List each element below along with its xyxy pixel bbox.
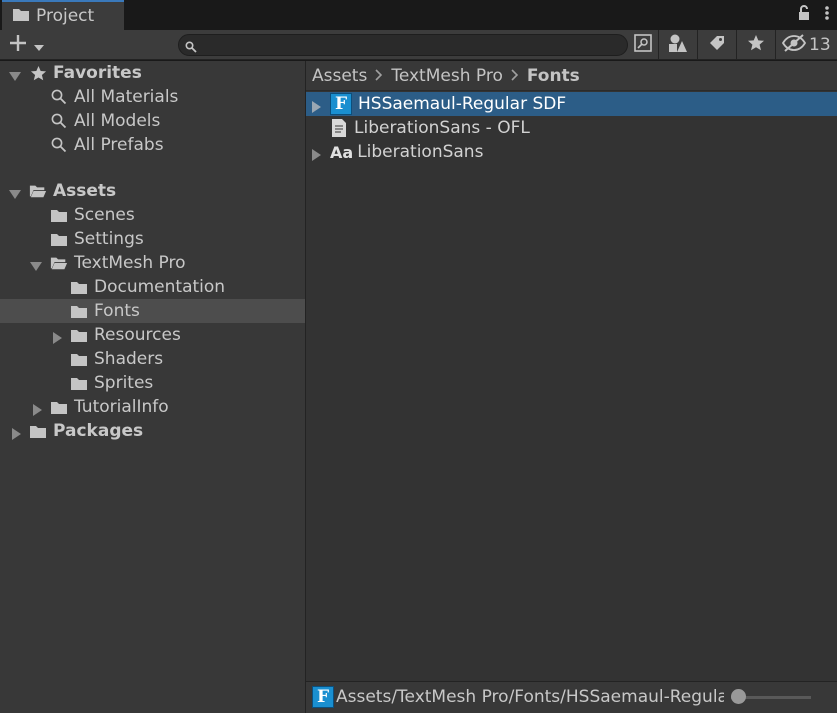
folder-icon — [70, 374, 88, 392]
font-asset-icon: F — [330, 93, 352, 115]
collapsed-arrow-icon[interactable] — [310, 98, 322, 113]
window-search-icon — [633, 33, 653, 57]
folder-label: Documentation — [94, 277, 226, 297]
folder-label: Resources — [94, 325, 181, 345]
collapsed-arrow-icon[interactable] — [10, 425, 22, 440]
asset-item[interactable]: LiberationSans - OFL — [306, 116, 837, 140]
expanded-arrow-icon[interactable] — [9, 185, 21, 199]
folder-label: Scenes — [74, 205, 135, 225]
asset-label: HSSaemaul-Regular SDF — [358, 94, 567, 114]
collapsed-arrow-icon[interactable] — [31, 401, 43, 416]
tree-item-resources[interactable]: Resources — [0, 323, 305, 347]
assets-label: Assets — [53, 181, 117, 201]
tab-bar: Project — [0, 0, 837, 30]
text-document-icon — [330, 119, 348, 137]
tab-label: Project — [36, 6, 95, 26]
asset-item[interactable]: F HSSaemaul-Regular SDF — [306, 92, 837, 116]
star-icon — [29, 64, 47, 82]
chevron-down-icon — [34, 36, 44, 55]
favorite-label: All Models — [74, 111, 161, 131]
folder-label: Fonts — [94, 301, 140, 321]
breadcrumb-item[interactable]: TextMesh Pro — [391, 66, 503, 86]
asset-list-pane: Assets TextMesh Pro Fonts F HSSaemaul-Re… — [306, 61, 837, 713]
tree-item-packages[interactable]: Packages — [0, 419, 305, 443]
tree-item-textmesh-pro[interactable]: TextMesh Pro — [0, 251, 305, 275]
lock-icon[interactable] — [797, 5, 811, 25]
breadcrumb-item-current[interactable]: Fonts — [527, 66, 580, 86]
create-button[interactable] — [8, 33, 44, 57]
folder-icon — [12, 7, 30, 26]
favorite-label: All Materials — [74, 87, 179, 107]
tree-item-assets[interactable]: Assets — [0, 179, 305, 203]
folder-tree: Favorites All Materials All Models All P… — [0, 61, 305, 713]
favorites-button[interactable] — [736, 30, 775, 60]
tree-item-settings[interactable]: Settings — [0, 227, 305, 251]
eye-slash-icon — [781, 33, 807, 57]
open-folder-icon — [29, 182, 47, 200]
hidden-packages-toggle[interactable]: 13 — [775, 30, 833, 60]
selected-asset-path: Assets/TextMesh Pro/Fonts/HSSaemaul-Regu… — [336, 687, 724, 707]
chevron-right-icon — [375, 66, 383, 85]
breadcrumb: Assets TextMesh Pro Fonts — [306, 61, 837, 91]
folder-icon — [70, 326, 88, 344]
folder-icon — [70, 278, 88, 296]
search-by-scene-button[interactable] — [628, 30, 658, 60]
folder-icon — [70, 302, 88, 320]
tree-item-favorites[interactable]: Favorites — [0, 61, 305, 85]
tree-item-fonts[interactable]: Fonts — [0, 299, 305, 323]
search-icon — [50, 88, 68, 106]
tree-item-scenes[interactable]: Scenes — [0, 203, 305, 227]
tree-item-documentation[interactable]: Documentation — [0, 275, 305, 299]
asset-label: LiberationSans — [357, 142, 484, 162]
tree-item-sprites[interactable]: Sprites — [0, 371, 305, 395]
folder-label: Settings — [74, 229, 144, 249]
hidden-count: 13 — [809, 35, 831, 55]
collapsed-arrow-icon[interactable] — [310, 146, 322, 161]
search-input[interactable] — [178, 34, 628, 56]
icon-size-slider-thumb[interactable] — [731, 689, 746, 704]
folder-label: TextMesh Pro — [74, 253, 186, 273]
kebab-menu-icon[interactable] — [825, 5, 829, 25]
expanded-arrow-icon[interactable] — [30, 257, 42, 271]
folder-icon — [50, 398, 68, 416]
asset-item[interactable]: Aa LiberationSans — [306, 140, 837, 164]
toolbar: 13 — [0, 30, 837, 60]
chevron-right-icon — [511, 66, 519, 85]
tree-item-tutorialinfo[interactable]: TutorialInfo — [0, 395, 305, 419]
open-folder-icon — [50, 254, 68, 272]
favorite-item[interactable]: All Prefabs — [0, 133, 305, 157]
shapes-icon — [668, 33, 688, 57]
favorite-item[interactable]: All Models — [0, 109, 305, 133]
packages-label: Packages — [53, 421, 144, 441]
plus-icon — [8, 33, 28, 57]
favorites-label: Favorites — [53, 63, 142, 83]
search-icon — [50, 136, 68, 154]
expanded-arrow-icon[interactable] — [9, 67, 21, 81]
font-file-icon: Aa — [330, 142, 354, 162]
tree-item-shaders[interactable]: Shaders — [0, 347, 305, 371]
tab-project[interactable]: Project — [2, 0, 124, 30]
collapsed-arrow-icon[interactable] — [51, 329, 63, 344]
font-asset-icon: F — [312, 686, 334, 708]
status-bar: F Assets/TextMesh Pro/Fonts/HSSaemaul-Re… — [306, 681, 837, 713]
star-icon — [747, 34, 765, 56]
search-icon — [185, 38, 197, 57]
asset-label: LiberationSans - OFL — [354, 118, 530, 138]
search-icon — [50, 112, 68, 130]
filter-by-type-button[interactable] — [658, 30, 697, 60]
folder-label: Sprites — [94, 373, 154, 393]
folder-icon — [50, 230, 68, 248]
folder-label: Shaders — [94, 349, 164, 369]
folder-icon — [50, 206, 68, 224]
breadcrumb-item[interactable]: Assets — [312, 66, 367, 86]
folder-icon — [29, 422, 47, 440]
favorite-item[interactable]: All Materials — [0, 85, 305, 109]
favorite-label: All Prefabs — [74, 135, 164, 155]
tag-icon — [708, 34, 726, 56]
folder-label: TutorialInfo — [74, 397, 169, 417]
folder-icon — [70, 350, 88, 368]
filter-by-label-button[interactable] — [697, 30, 736, 60]
